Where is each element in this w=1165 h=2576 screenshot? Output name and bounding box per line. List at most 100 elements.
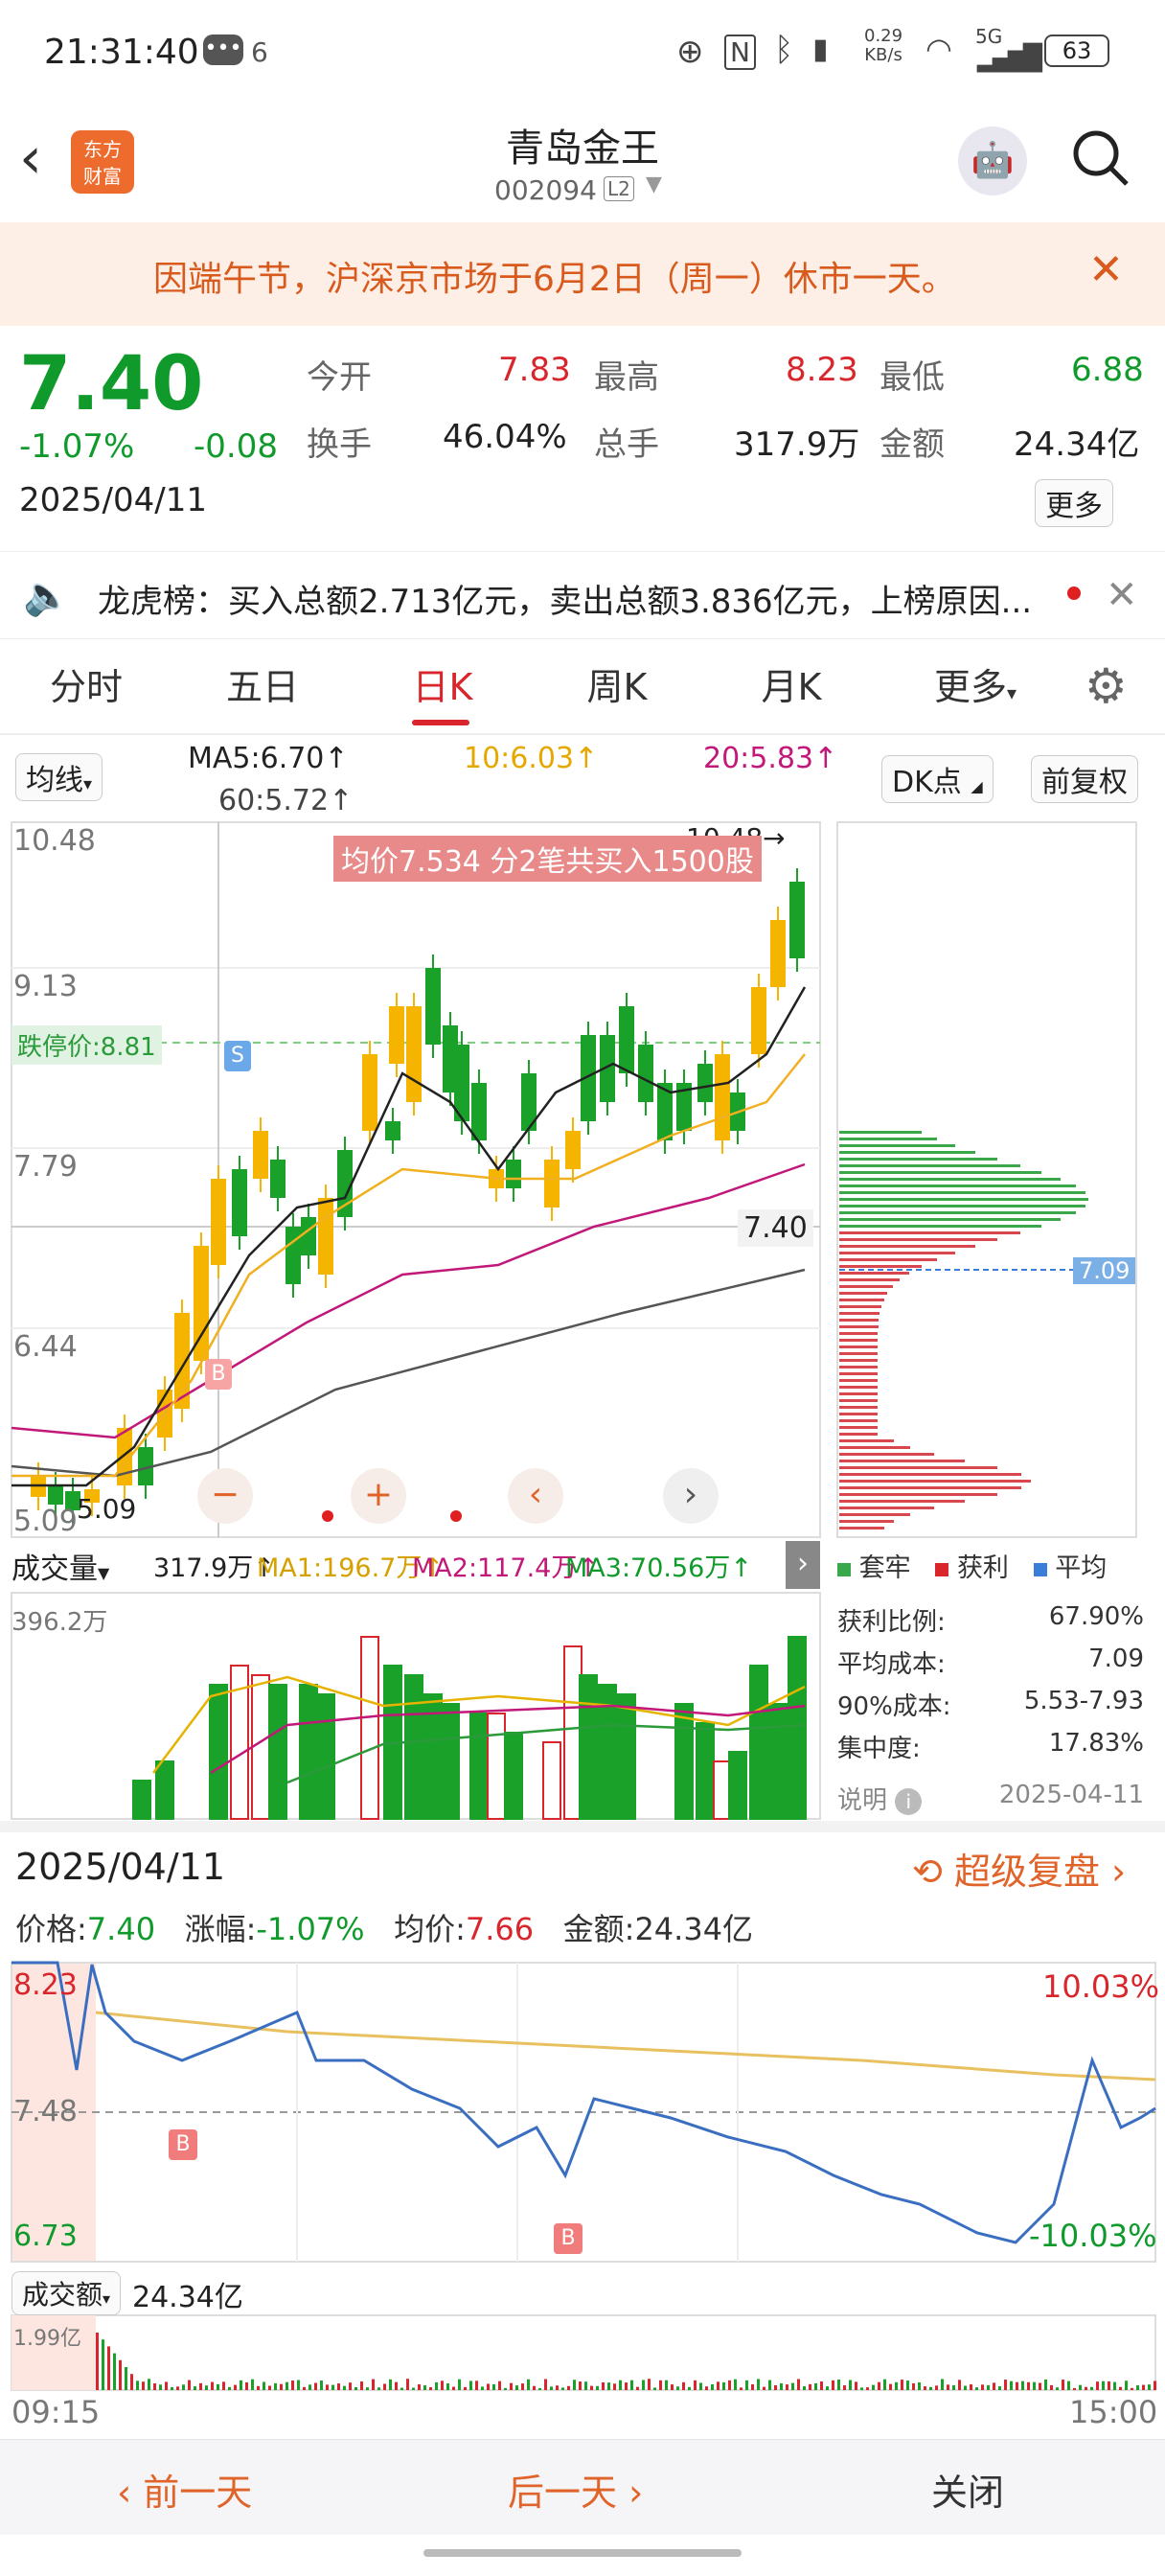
tab-weekly-k[interactable]: 周K [550,639,684,735]
signal-icon: ▂▄▆█ [977,44,1039,73]
cyq-avg-tag: 7.09 [1073,1257,1135,1284]
y-label-4: 6.44 [13,1330,78,1364]
buy-marker[interactable]: B [169,2129,197,2160]
cyq-profit-ratio: 获利比例: 67.90% [837,1602,1144,1638]
sell-marker[interactable]: S [224,1041,251,1071]
current-price: 7.40 [19,341,203,427]
intraday-vol-total: 24.34亿 [132,2273,243,2315]
status-bar: 21:31:40 ••• 6 ⊕ N ᛒ ▮ 0.29 KB/s ◠ 5G ▂▄▆… [0,0,1165,105]
history-icon: ⟲ [912,1851,943,1893]
more-button[interactable]: 更多 [1035,479,1113,527]
notice-text: 因端午节，沪深京市场于6月2日（周一）休市一天。 [153,251,956,301]
chevron-down-icon[interactable]: ▼ [646,172,662,196]
y-label-3: 7.79 [13,1150,78,1184]
section-divider [0,1821,1165,1832]
cyq-concentration: 集中度: 17.83% [837,1729,1144,1764]
tab-monthly-k[interactable]: 月K [724,639,858,735]
net-speed: 0.29 KB/s [864,27,902,65]
change-value: -0.08 [194,427,278,466]
level-badge: L2 [604,176,634,201]
wifi-icon: ◠ [925,31,952,67]
low-label: 最低 [879,351,945,398]
zoom-in-button[interactable]: + [351,1468,406,1524]
replay-date: 2025/04/11 [15,1846,225,1888]
home-indicator [423,2549,742,2557]
intraday-vol-select[interactable]: 成交额▾ [11,2271,121,2315]
intraday-y-bottom: 6.73 [13,2220,78,2253]
intraday-vol-max: 1.99亿 [13,2321,81,2352]
app-header: ‹ 东方 财富 青岛金王 002094 L2 ▼ 🤖 [0,105,1165,220]
high-label: 最高 [594,351,659,398]
intraday-y-top: 8.23 [13,1968,78,2002]
add-circle-icon: ⊕ [676,33,704,71]
next-day-button[interactable]: 后一天 › [508,2463,643,2516]
event-dot [450,1510,462,1522]
intraday-pct-top: 10.03% [1042,1968,1159,2005]
cyq-note[interactable]: 说明 i 2025-04-11 [837,1781,1144,1816]
lhb-text: 龙虎榜：买入总额2.713亿元，卖出总额3.836亿元，上榜原因... [98,575,1032,622]
buy-marker[interactable]: B [554,2223,582,2254]
current-price-tag: 7.40 [738,1209,813,1247]
kline-frame [11,822,820,1537]
close-icon[interactable]: ✕ [1106,573,1138,617]
trade-tooltip: 均价7.534 分2笔共买入1500股 [333,836,762,882]
period-tabs: 分时 五日 日K 周K 月K 更多▾ ⚙ [0,639,1165,735]
y-label-top: 10.48 [13,824,96,858]
turnover-label: 换手 [307,418,372,465]
ma60-legend: 60:5.72↑ [218,784,353,817]
prev-day-button[interactable]: ‹ 前一天 [117,2463,252,2516]
y-label-bottom: 5.09 [13,1505,78,1538]
speaker-icon: 🔈 [23,573,71,618]
settings-gear-icon[interactable]: ⚙ [1085,658,1128,714]
cyq-90-cost: 90%成本: 5.53-7.93 [837,1687,1144,1722]
tab-five-day[interactable]: 五日 [195,639,330,735]
volume-select[interactable]: 成交量▼ [11,1545,109,1587]
low-value: 6.88 [1071,351,1144,389]
tab-indicator [412,720,469,725]
amount-label: 金额 [879,418,945,465]
quote-date: 2025/04/11 [19,481,207,519]
min-price-label: 5.09 [77,1493,136,1525]
robot-avatar[interactable]: 🤖 [958,126,1027,196]
close-button[interactable]: 关闭 [931,2463,1004,2516]
nfc-icon: N [724,34,756,70]
quote-panel: 7.40 -1.07% -0.08 2025/04/11 今开 7.83 最高 … [0,326,1165,546]
close-icon[interactable]: ✕ [1088,245,1124,294]
zoom-out-button[interactable]: − [197,1468,253,1524]
intraday-stats: 价格:7.40 涨幅:-1.07% 均价:7.66 金额:24.34亿 [15,1905,753,1949]
holiday-notice: 因端午节，沪深京市场于6月2日（周一）休市一天。 ✕ [0,222,1165,326]
scroll-right-button[interactable]: › [663,1468,719,1524]
info-icon: i [895,1788,922,1815]
turnover-value: 46.04% [443,418,567,456]
intraday-y-mid: 7.48 [13,2095,78,2128]
scroll-left-button[interactable]: ‹ [508,1468,563,1524]
y-label-2: 9.13 [13,970,78,1003]
intraday-chart[interactable] [0,1955,1165,2396]
dk-point-button[interactable]: DK点 ◢ [881,755,994,803]
ma10-legend: 10:6.03↑ [464,742,598,775]
time-end: 15:00 [1069,2394,1157,2430]
dragon-tiger-banner[interactable]: 🔈 龙虎榜：买入总额2.713亿元，卖出总额3.836亿元，上榜原因... ✕ [0,551,1165,639]
volume-label: 总手 [594,418,659,465]
cyq-legend: 套牢 获利 平均 [837,1547,1144,1584]
notification-icon: ••• [203,34,243,65]
status-time: 21:31:40 [44,33,199,72]
bottom-nav: ‹ 前一天 后一天 › 关闭 [0,2439,1165,2535]
cyq-avg-cost: 平均成本: 7.09 [837,1644,1144,1680]
unread-dot [1067,586,1081,600]
bluetooth-icon: ᛒ [774,31,793,69]
tab-more[interactable]: 更多▾ [908,639,1042,735]
amount-value: 24.34亿 [1014,418,1139,465]
volume-value: 317.9万 [734,418,859,465]
super-replay-link[interactable]: ⟲ 超级复盘 › [912,1842,1126,1895]
search-icon[interactable] [1071,128,1127,184]
change-pct: -1.07% [19,427,134,466]
ma5-legend: MA5:6.70↑ [188,742,349,775]
open-value: 7.83 [498,351,571,389]
tab-minute[interactable]: 分时 [19,639,153,735]
ma-type-select[interactable]: 均线▾ [15,753,103,801]
expand-panel-button[interactable]: › [786,1541,820,1589]
adjust-button[interactable]: 前复权 [1031,755,1138,803]
buy-marker[interactable]: B [205,1359,232,1390]
battery-icon: 63 [1044,34,1109,67]
